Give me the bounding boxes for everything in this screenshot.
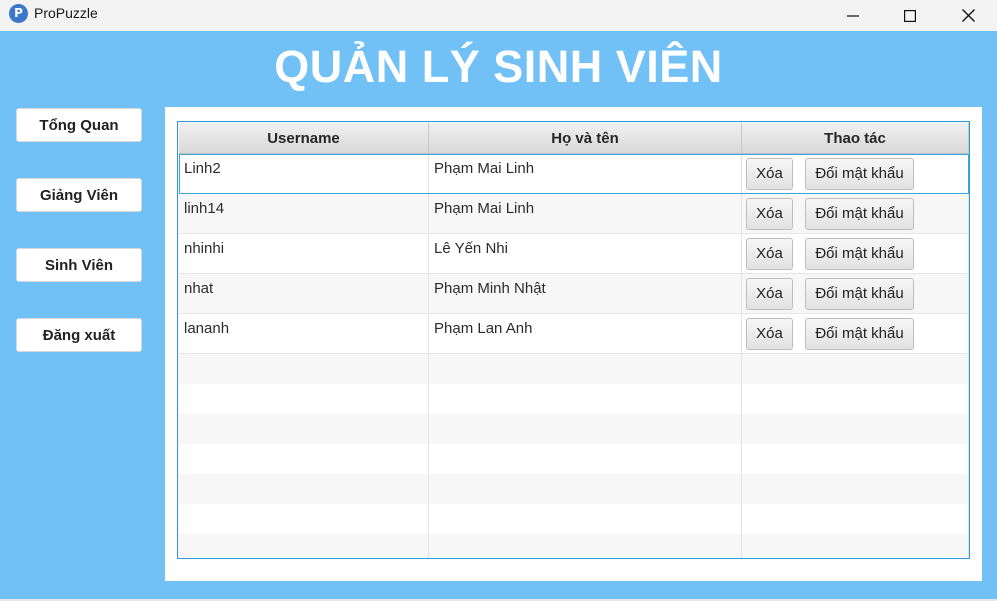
empty-row	[179, 414, 969, 444]
nav-lecturers-button[interactable]: Giảng Viên	[16, 178, 142, 212]
column-header-fullname[interactable]: Họ và tên	[429, 123, 742, 154]
username-cell: lananh	[179, 314, 429, 353]
change-password-button[interactable]: Đổi mật khẩu	[805, 197, 914, 230]
change-password-button[interactable]: Đổi mật khẩu	[805, 237, 914, 270]
username-cell: Linh2	[179, 154, 429, 193]
empty-row	[179, 354, 969, 384]
students-table: Username Họ và tên Thao tác Linh2 Phạm M…	[177, 121, 970, 559]
empty-row	[179, 534, 969, 558]
actions-cell: Xóa Đổi mật khẩu	[742, 154, 969, 193]
app-title: ProPuzzle	[34, 5, 98, 21]
app-window: P ProPuzzle QUẢN LÝ SINH VIÊN Tổng Quan …	[0, 0, 997, 601]
close-icon	[961, 9, 975, 22]
table-row[interactable]: linh14 Phạm Mai Linh Xóa Đổi mật khẩu	[179, 194, 969, 234]
username-cell: nhat	[179, 274, 429, 313]
fullname-cell: Phạm Mai Linh	[429, 154, 742, 193]
nav-students-button[interactable]: Sinh Viên	[16, 248, 142, 282]
table-row[interactable]: nhinhi Lê Yến Nhi Xóa Đổi mật khẩu	[179, 234, 969, 274]
fullname-cell: Phạm Minh Nhật	[429, 274, 742, 313]
actions-cell: Xóa Đổi mật khẩu	[742, 194, 969, 233]
fullname-cell: Phạm Mai Linh	[429, 194, 742, 233]
table-row[interactable]: Linh2 Phạm Mai Linh Xóa Đổi mật khẩu	[179, 154, 969, 194]
actions-cell: Xóa Đổi mật khẩu	[742, 314, 969, 353]
username-cell: linh14	[179, 194, 429, 233]
delete-button[interactable]: Xóa	[746, 277, 793, 310]
empty-row	[179, 444, 969, 474]
change-password-button[interactable]: Đổi mật khẩu	[805, 157, 914, 190]
page-title: QUẢN LÝ SINH VIÊN	[274, 41, 723, 92]
table-row[interactable]: lananh Phạm Lan Anh Xóa Đổi mật khẩu	[179, 314, 969, 354]
maximize-icon	[904, 9, 916, 22]
table-body: Linh2 Phạm Mai Linh Xóa Đổi mật khẩu lin…	[179, 154, 969, 558]
username-cell: nhinhi	[179, 234, 429, 273]
delete-button[interactable]: Xóa	[746, 157, 793, 190]
change-password-button[interactable]: Đổi mật khẩu	[805, 277, 914, 310]
minimize-button[interactable]	[830, 0, 876, 31]
nav-overview-button[interactable]: Tổng Quan	[16, 108, 142, 142]
actions-cell: Xóa Đổi mật khẩu	[742, 234, 969, 273]
column-header-actions[interactable]: Thao tác	[742, 123, 969, 154]
table-header: Username Họ và tên Thao tác	[179, 123, 969, 154]
title-bar: P ProPuzzle	[0, 0, 997, 31]
close-button[interactable]	[945, 0, 991, 31]
content-panel: Username Họ và tên Thao tác Linh2 Phạm M…	[165, 107, 982, 581]
column-header-username[interactable]: Username	[179, 123, 429, 154]
maximize-button[interactable]	[887, 0, 933, 31]
logout-button[interactable]: Đăng xuất	[16, 318, 142, 352]
delete-button[interactable]: Xóa	[746, 237, 793, 270]
change-password-button[interactable]: Đổi mật khẩu	[805, 317, 914, 350]
empty-row	[179, 474, 969, 504]
delete-button[interactable]: Xóa	[746, 317, 793, 350]
table-row[interactable]: nhat Phạm Minh Nhật Xóa Đổi mật khẩu	[179, 274, 969, 314]
actions-cell: Xóa Đổi mật khẩu	[742, 274, 969, 313]
empty-row	[179, 384, 969, 414]
fullname-cell: Phạm Lan Anh	[429, 314, 742, 353]
fullname-cell: Lê Yến Nhi	[429, 234, 742, 273]
main-area: QUẢN LÝ SINH VIÊN Tổng Quan Giảng Viên S…	[0, 31, 997, 599]
minimize-icon	[847, 14, 859, 17]
app-logo-icon: P	[9, 4, 28, 23]
empty-row	[179, 504, 969, 534]
delete-button[interactable]: Xóa	[746, 197, 793, 230]
